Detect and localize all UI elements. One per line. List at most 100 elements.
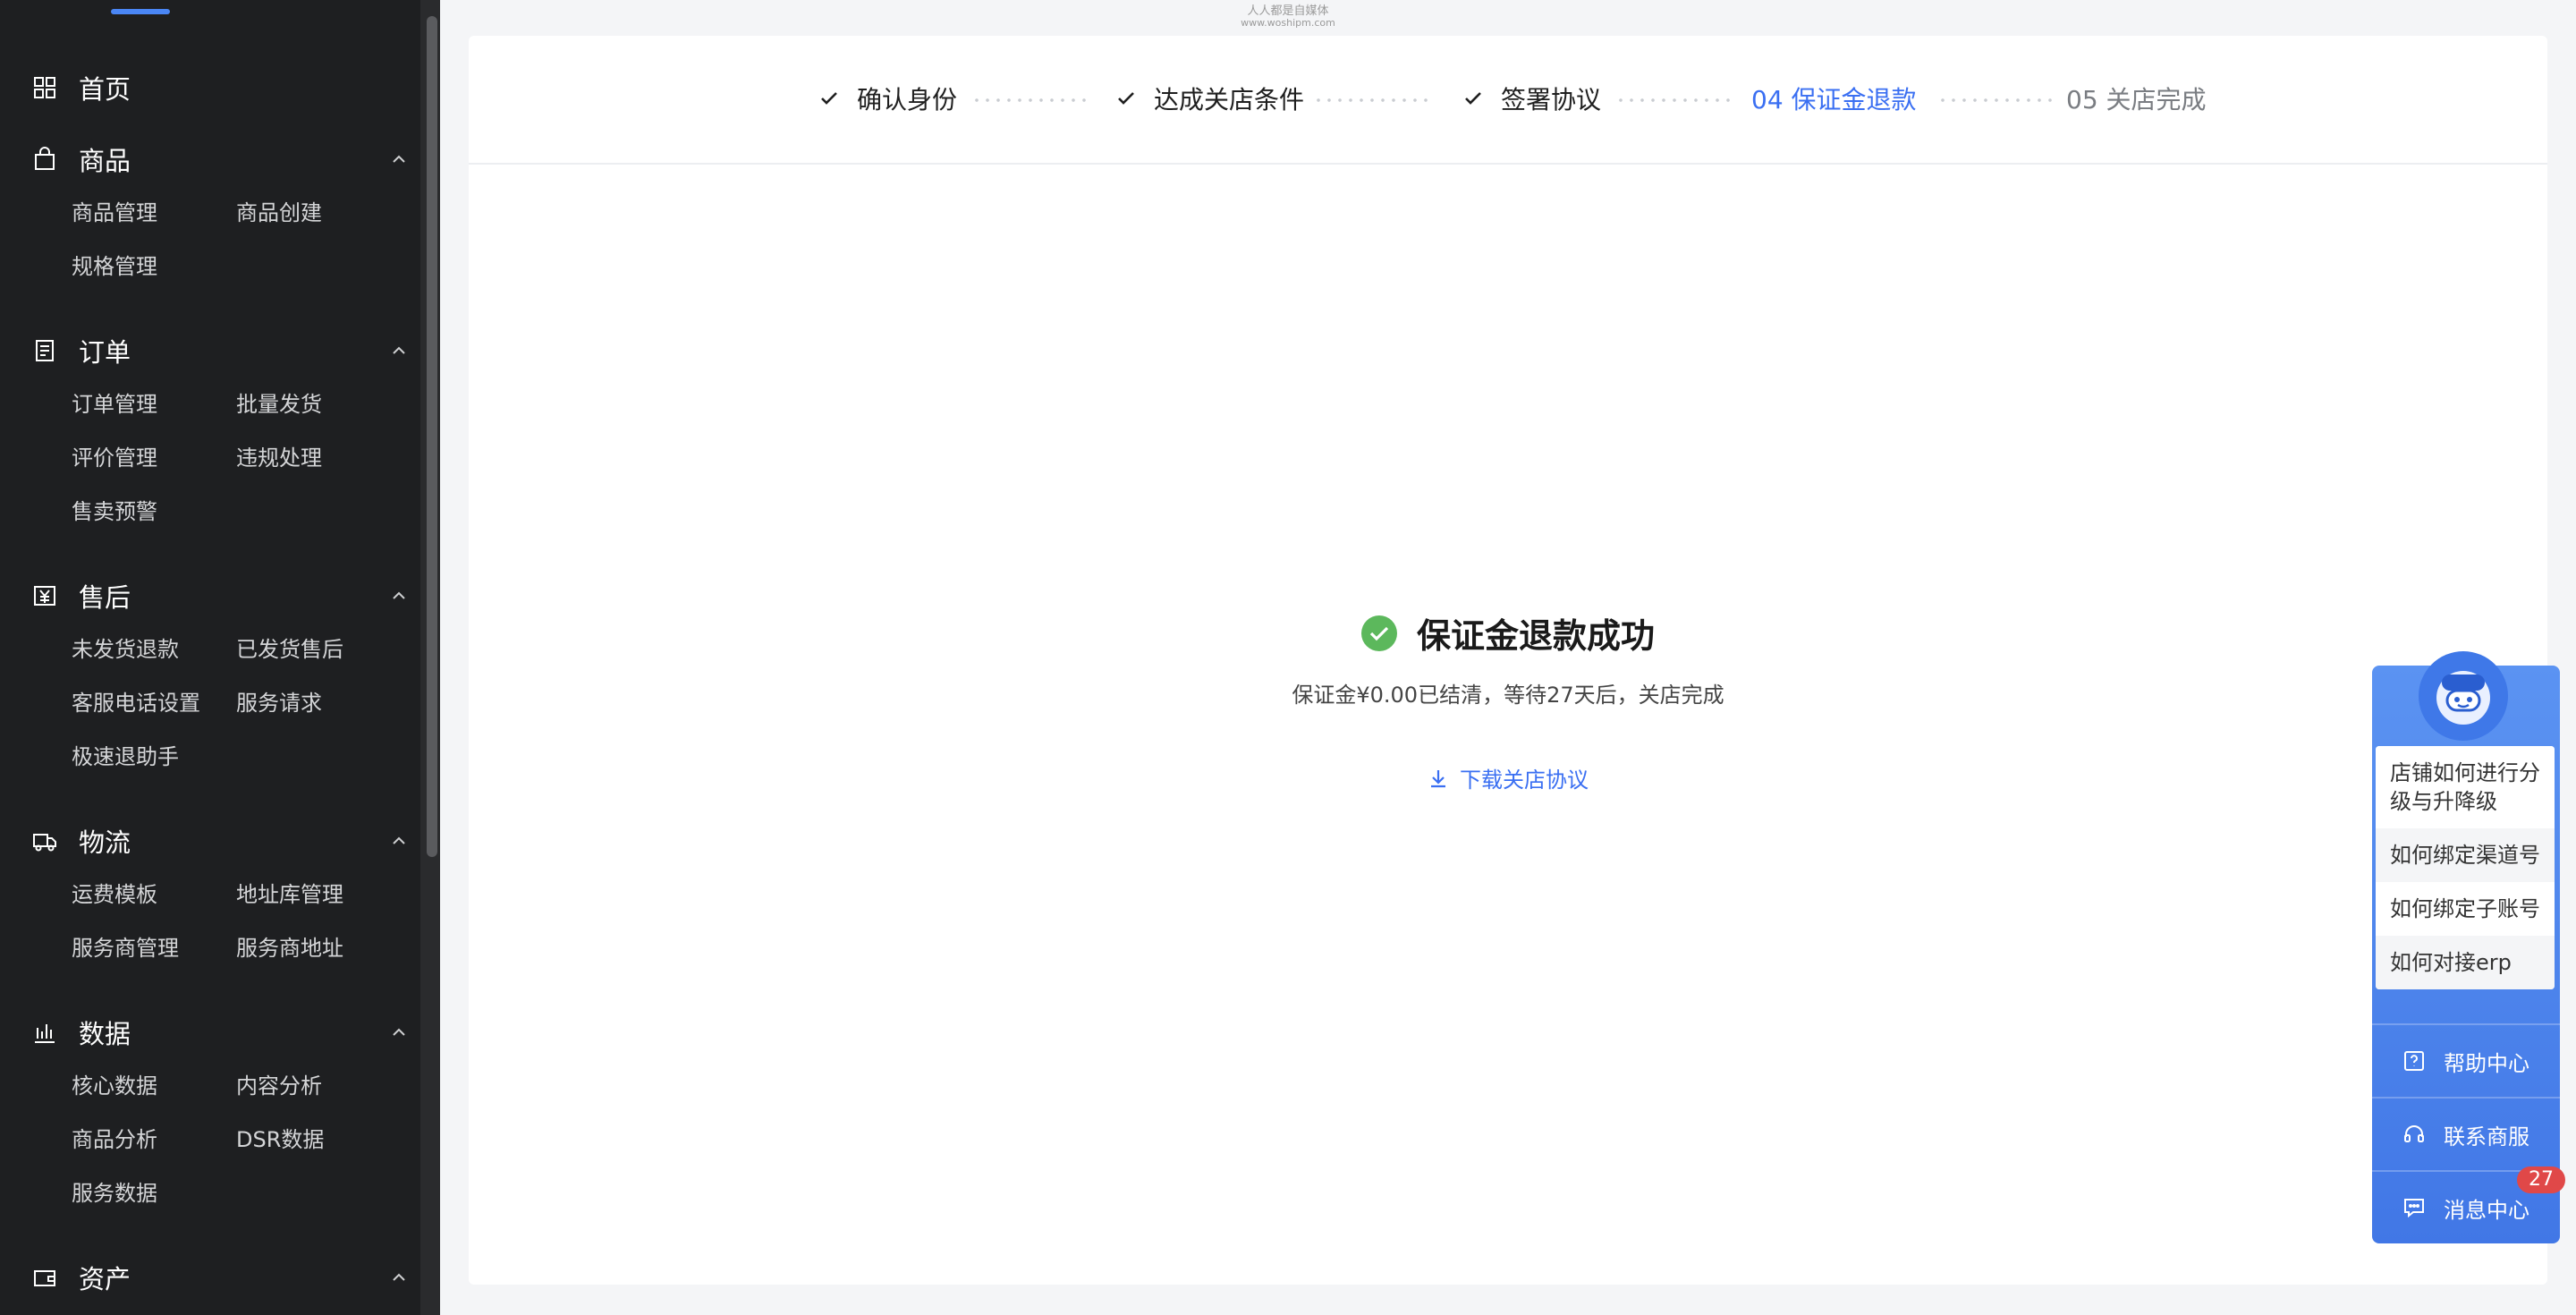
- result-panel: 保证金退款成功 保证金¥0.00已结清，等待27天后，关店完成 下载关店协议: [469, 608, 2547, 793]
- sidebar-section-title: 商品: [79, 146, 131, 176]
- chevron-up-icon[interactable]: [390, 150, 408, 168]
- sidebar-item[interactable]: 商品创建: [236, 186, 401, 240]
- sidebar-item[interactable]: 极速退助手: [72, 730, 236, 784]
- sidebar-item[interactable]: 商品管理: [72, 186, 236, 240]
- main-card: 确认身份 达成关店条件 签署协议 04 保证金退款 05 关店完成 保证金退款成…: [469, 36, 2547, 1285]
- sidebar-section-header[interactable]: 订单: [32, 333, 408, 369]
- sidebar-item[interactable]: 服务商地址: [236, 921, 401, 975]
- chevron-up-icon[interactable]: [390, 342, 408, 360]
- sidebar-home-label: 首页: [79, 74, 131, 105]
- step-close-complete: 05 关店完成: [2066, 81, 2207, 116]
- chevron-up-icon[interactable]: [390, 1023, 408, 1041]
- step-label: 签署协议: [1501, 85, 1602, 115]
- watermark: 人人都是自媒体 www.woshipm.com: [1234, 4, 1342, 29]
- message-center-label: 消息中心: [2444, 1197, 2529, 1223]
- sidebar-item[interactable]: 已发货售后: [236, 623, 401, 676]
- step-connector: [1937, 98, 2054, 102]
- steps-bar: 确认身份 达成关店条件 签署协议 04 保证金退款 05 关店完成: [469, 36, 2547, 165]
- step-connector: [1615, 98, 1732, 102]
- check-icon: [1116, 89, 1136, 108]
- sidebar-item[interactable]: 运费模板: [72, 868, 236, 921]
- sidebar-section-title: 订单: [79, 337, 131, 368]
- question-icon: [2402, 1049, 2426, 1073]
- sidebar-item[interactable]: 服务数据: [72, 1167, 236, 1220]
- sidebar-item[interactable]: 批量发货: [236, 378, 401, 431]
- sidebar-section-header[interactable]: 数据: [32, 1014, 408, 1050]
- download-icon: [1428, 768, 1449, 789]
- sidebar-section-title: 数据: [79, 1019, 131, 1049]
- yen-icon: [32, 583, 57, 608]
- result-title: 保证金退款成功: [1360, 608, 1655, 658]
- sidebar-item[interactable]: 商品分析: [72, 1113, 236, 1167]
- check-icon: [1463, 89, 1483, 108]
- chevron-up-icon[interactable]: [390, 832, 408, 850]
- headset-icon: [2402, 1123, 2426, 1146]
- help-center-label: 帮助中心: [2444, 1050, 2529, 1076]
- sidebar-section-aftersale: 售后 未发货退款 已发货售后 客服电话设置 服务请求 极速退助手: [32, 578, 408, 784]
- sidebar-section-title: 售后: [79, 582, 131, 613]
- sidebar-item[interactable]: 客服电话设置: [72, 676, 236, 730]
- sidebar-section-goods: 商品 商品管理 商品创建 规格管理: [32, 141, 408, 293]
- sidebar-section-logistics: 物流 运费模板 地址库管理 服务商管理 服务商地址: [32, 823, 408, 975]
- sidebar-item[interactable]: 规格管理: [72, 240, 236, 293]
- faq-item[interactable]: 如何绑定子账号: [2376, 882, 2555, 936]
- faq-list: 店铺如何进行分级与升降级 如何绑定渠道号 如何绑定子账号 如何对接erp: [2376, 746, 2555, 989]
- sidebar-item[interactable]: 违规处理: [236, 431, 401, 485]
- faq-item[interactable]: 如何对接erp: [2376, 936, 2555, 989]
- chevron-up-icon[interactable]: [390, 587, 408, 605]
- sidebar-item[interactable]: 核心数据: [72, 1059, 236, 1113]
- sidebar-item[interactable]: 服务请求: [236, 676, 401, 730]
- chevron-up-icon[interactable]: [390, 1268, 408, 1286]
- sidebar-item[interactable]: DSR数据: [236, 1113, 401, 1167]
- sidebar: 首页 商品 商品管理 商品创建 规格管理 订单 订单管理 批量发货 评价管理 违…: [0, 0, 440, 1315]
- sidebar-item[interactable]: 售卖预警: [72, 485, 236, 539]
- sidebar-item[interactable]: 内容分析: [236, 1059, 401, 1113]
- check-icon: [819, 89, 839, 108]
- sidebar-section-header[interactable]: 商品: [32, 141, 408, 177]
- message-count-badge: 27: [2517, 1167, 2565, 1193]
- result-title-text: 保证金退款成功: [1416, 616, 1655, 656]
- bag-icon: [32, 147, 57, 172]
- sidebar-scrollbar[interactable]: [420, 0, 440, 1315]
- step-sign-agreement: 签署协议: [1463, 81, 1601, 116]
- sidebar-item[interactable]: 评价管理: [72, 431, 236, 485]
- sidebar-item-home[interactable]: 首页: [32, 70, 131, 106]
- watermark-line1: 人人都是自媒体: [1247, 4, 1329, 18]
- sidebar-item[interactable]: 未发货退款: [72, 623, 236, 676]
- help-center-button[interactable]: 帮助中心: [2372, 1023, 2560, 1097]
- sidebar-top-indicator: [111, 9, 170, 14]
- chart-icon: [32, 1020, 57, 1045]
- sidebar-section-data: 数据 核心数据 内容分析 商品分析 DSR数据 服务数据: [32, 1014, 408, 1220]
- sidebar-section-title: 物流: [79, 827, 131, 858]
- wallet-icon: [32, 1265, 57, 1290]
- sidebar-section-header[interactable]: 资产: [32, 1260, 408, 1295]
- sidebar-section-header[interactable]: 售后: [32, 578, 408, 614]
- sidebar-section-title: 资产: [79, 1264, 131, 1294]
- sidebar-section-assets: 资产: [32, 1260, 408, 1295]
- sidebar-item[interactable]: 服务商管理: [72, 921, 236, 975]
- message-center-button[interactable]: 消息中心 27: [2372, 1167, 2565, 1243]
- faq-item[interactable]: 店铺如何进行分级与升降级: [2376, 746, 2555, 828]
- contact-service-label: 联系商服: [2444, 1124, 2529, 1150]
- step-connector: [1313, 98, 1429, 102]
- step-label: 05 关店完成: [2066, 85, 2207, 115]
- step-connector: [971, 98, 1088, 102]
- help-widget: 店铺如何进行分级与升降级 如何绑定渠道号 如何绑定子账号 如何对接erp 帮助中…: [2372, 651, 2565, 1243]
- step-deposit-refund: 04 保证金退款: [1751, 81, 1917, 116]
- step-label: 04 保证金退款: [1751, 85, 1917, 115]
- faq-item[interactable]: 如何绑定渠道号: [2376, 828, 2555, 882]
- step-label: 达成关店条件: [1154, 85, 1305, 115]
- contact-service-button[interactable]: 联系商服: [2372, 1097, 2560, 1170]
- sidebar-section-header[interactable]: 物流: [32, 823, 408, 859]
- step-confirm-identity: 确认身份: [819, 81, 957, 116]
- download-agreement-label: 下载关店协议: [1460, 768, 1589, 793]
- result-description: 保证金¥0.00已结清，等待27天后，关店完成: [1292, 683, 1724, 708]
- sidebar-scrollbar-thumb[interactable]: [427, 16, 437, 857]
- download-agreement-link[interactable]: 下载关店协议: [1428, 762, 1589, 793]
- sidebar-section-orders: 订单 订单管理 批量发货 评价管理 违规处理 售卖预警: [32, 333, 408, 539]
- sidebar-item[interactable]: 地址库管理: [236, 868, 401, 921]
- success-check-icon: [1360, 615, 1397, 651]
- truck-icon: [32, 828, 57, 853]
- sidebar-item[interactable]: 订单管理: [72, 378, 236, 431]
- robot-avatar-icon[interactable]: [2419, 651, 2508, 741]
